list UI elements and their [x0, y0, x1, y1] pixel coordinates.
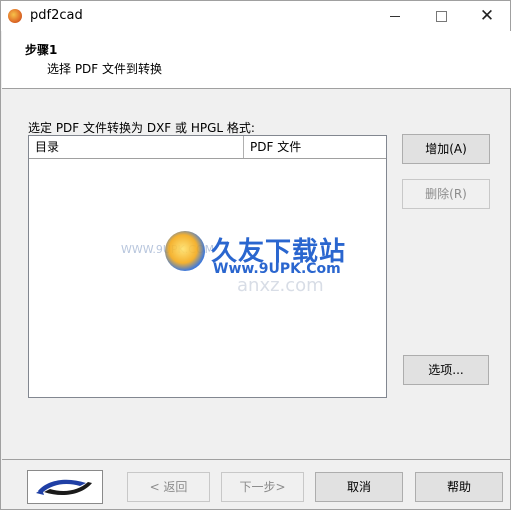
- watermark-faint-right-text: anxz.com: [237, 275, 324, 296]
- column-header-pdf-file[interactable]: PDF 文件: [244, 136, 386, 158]
- footer-divider: [2, 459, 511, 460]
- window-title: pdf2cad: [30, 8, 83, 23]
- close-icon: ✕: [479, 5, 495, 26]
- list-header: 目录 PDF 文件: [29, 136, 386, 159]
- minimize-button[interactable]: [372, 1, 418, 31]
- back-button[interactable]: < 返回: [127, 472, 210, 502]
- minimize-icon: [390, 15, 400, 17]
- pdf2cad-logo: [27, 470, 103, 504]
- swoosh-logo-icon: [36, 479, 92, 495]
- close-button[interactable]: ✕: [464, 1, 510, 31]
- watermark: WWW.9UPK.COM 久友下载站 Www.9UPK.Com anxz.com: [121, 229, 371, 299]
- delete-button[interactable]: 删除(R): [402, 179, 490, 209]
- help-button[interactable]: 帮助: [415, 472, 503, 502]
- add-button[interactable]: 增加(A): [402, 134, 490, 164]
- step-title: 步骤1: [25, 43, 58, 57]
- cancel-button[interactable]: 取消: [315, 472, 403, 502]
- dialog-window: pdf2cad ✕ 步骤1 选择 PDF 文件到转换 选定 PDF 文件转换为 …: [0, 0, 511, 510]
- watermark-logo-icon: [165, 231, 205, 271]
- wizard-header: 步骤1 选择 PDF 文件到转换: [2, 31, 511, 89]
- options-button[interactable]: 选项...: [403, 355, 489, 385]
- maximize-button[interactable]: [418, 1, 464, 31]
- column-header-directory[interactable]: 目录: [29, 136, 244, 158]
- file-list-label: 选定 PDF 文件转换为 DXF 或 HPGL 格式:: [28, 121, 255, 135]
- app-icon: [8, 9, 22, 23]
- next-button[interactable]: 下一步>: [221, 472, 304, 502]
- step-description: 选择 PDF 文件到转换: [47, 62, 163, 76]
- title-bar[interactable]: pdf2cad ✕: [1, 1, 510, 31]
- maximize-icon: [435, 10, 447, 22]
